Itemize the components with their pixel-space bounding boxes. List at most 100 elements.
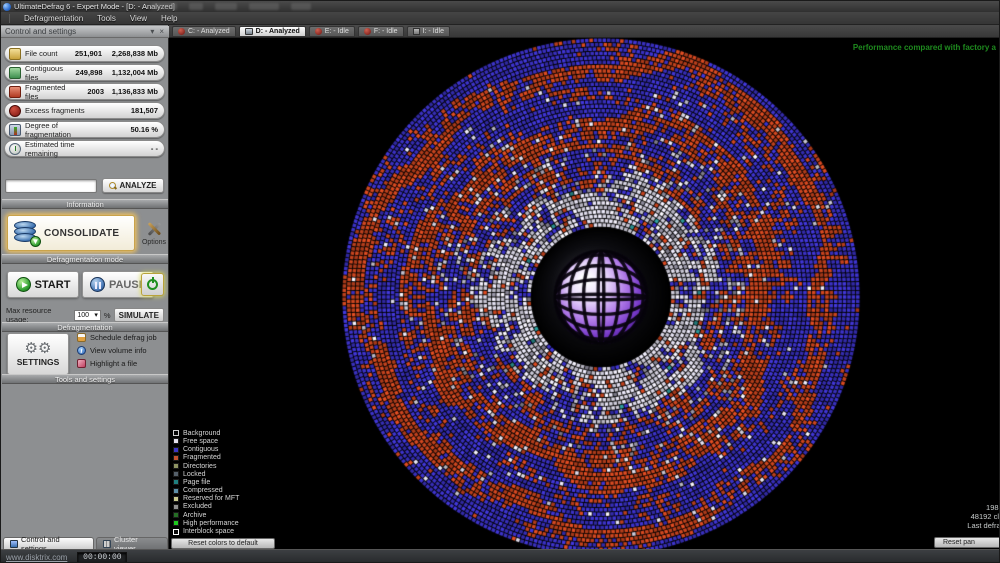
stat-label: Estimated time remaining [21, 140, 102, 158]
drive-ball-icon [364, 28, 371, 35]
stat-size: - - [102, 144, 158, 153]
panel-close-icon[interactable]: × [159, 27, 169, 36]
stat-label: Degree of fragmentation [21, 121, 102, 139]
legend-item: Archive [173, 512, 239, 519]
disk-stack-icon: ▼ [14, 221, 38, 245]
legend-item: Free space [173, 438, 239, 445]
stat-label: Excess fragments [21, 106, 102, 115]
schedule-defrag-link[interactable]: Schedule defrag job [77, 333, 167, 342]
power-button[interactable] [141, 273, 164, 296]
percent-label: % [104, 311, 111, 320]
drive-tab-label: I: - Idle [423, 28, 444, 35]
file-search-input[interactable] [5, 179, 97, 193]
consolidate-button[interactable]: ▼ CONSOLIDATE [7, 215, 135, 251]
legend-label: Excluded [183, 503, 212, 510]
control-panel: Control and settings ▾ × File count 251,… [1, 25, 169, 549]
excess-fragments-icon [9, 105, 21, 117]
legend-item: Excluded [173, 504, 239, 511]
simulate-button[interactable]: SIMULATE [114, 308, 164, 322]
disk-icon [245, 28, 253, 35]
drive-tab-label: E: - Idle [325, 28, 349, 35]
legend-label: Free space [183, 438, 218, 445]
stat-label: Fragmented files [21, 83, 65, 101]
drive-tab-bar: C: - Analyzed D: - Analyzed E: - Idle F:… [169, 25, 1000, 38]
legend-swatch [173, 512, 179, 518]
highlight-file-link[interactable]: Highlight a file [77, 359, 167, 368]
analyze-row: ANALYZE [5, 178, 164, 193]
legend-swatch [173, 455, 179, 461]
legend-label: Contiguous [183, 446, 218, 453]
drive-tab-label: D: - Analyzed [256, 28, 300, 35]
drive-tab-f[interactable]: F: - Idle [358, 26, 404, 37]
legend-label: Archive [183, 512, 206, 519]
status-bar: www.disktrix.com 00:00:00 [1, 549, 1000, 563]
ghost-artifact [215, 3, 237, 10]
drive-tab-c[interactable]: C: - Analyzed [172, 26, 236, 37]
view-volume-info-link[interactable]: i View volume info [77, 346, 167, 355]
start-button[interactable]: START [7, 271, 79, 298]
disktrix-link[interactable]: www.disktrix.com [6, 553, 67, 562]
menu-help[interactable]: Help [161, 14, 177, 23]
legend-label: Compressed [183, 487, 223, 494]
contiguous-files-icon [9, 67, 21, 79]
legend-swatch [173, 438, 179, 444]
resource-usage-value: 100 [77, 312, 89, 319]
settings-button[interactable]: ⚙⚙ SETTINGS [7, 333, 69, 375]
legend-swatch [173, 430, 179, 436]
fragmentation-degree-icon [9, 124, 21, 136]
ghost-artifact [291, 3, 311, 10]
legend-item: Interblock space [173, 528, 239, 535]
section-information: Information [2, 199, 168, 209]
ghost-artifact [249, 3, 279, 10]
stat-count: 249,898 [63, 68, 103, 77]
menu-tools[interactable]: Tools [97, 14, 116, 23]
drive-tab-e[interactable]: E: - Idle [309, 26, 355, 37]
drive-tab-i[interactable]: I: - Idle [407, 26, 450, 37]
legend-label: Locked [183, 471, 206, 478]
stat-size: 181,507 [102, 106, 158, 115]
tab-control-and-settings[interactable]: Control and settings [3, 537, 94, 549]
options-button[interactable]: Options [141, 215, 167, 251]
disk-canvas[interactable] [169, 25, 1000, 549]
panel-collapse-icon[interactable]: ▾ [150, 27, 159, 36]
drive-tab-label: C: - Analyzed [188, 28, 230, 35]
legend-item: High performance [173, 520, 239, 527]
calendar-icon [77, 333, 86, 342]
tab-cluster-viewer[interactable]: Cluster viewer [96, 537, 168, 549]
resource-usage-select[interactable]: 100 ▾ [74, 310, 101, 321]
legend-item: Page file [173, 479, 239, 486]
legend-label: Page file [183, 479, 210, 486]
legend-item: Contiguous [173, 446, 239, 453]
performance-note: Performance compared with factory a [853, 43, 996, 52]
drive-ball-icon [178, 28, 185, 35]
stat-size: 1,132,004 Mb [103, 68, 158, 77]
consolidate-label: CONSOLIDATE [44, 228, 119, 239]
panel-header-title: Control and settings [1, 27, 150, 36]
panel-header: Control and settings ▾ × [1, 26, 169, 38]
drive-tab-d[interactable]: D: - Analyzed [239, 26, 306, 37]
legend-swatch [173, 463, 179, 469]
drive-box-icon [413, 28, 420, 35]
reset-colors-button[interactable]: Reset colors to default [171, 538, 275, 549]
power-icon [147, 279, 158, 290]
start-label: START [35, 279, 71, 291]
section-defragmentation: Defragmentation [2, 322, 168, 332]
legend-swatch [173, 479, 179, 485]
menu-view[interactable]: View [130, 14, 147, 23]
cluster-tab-icon [103, 540, 111, 548]
reset-pan-button[interactable]: Reset pan [934, 537, 1000, 548]
highlighter-icon [77, 359, 86, 368]
legend-label: Background [183, 430, 220, 437]
elapsed-timer: 00:00:00 [77, 552, 127, 563]
stat-size: 1,136,833 Mb [104, 87, 158, 96]
app-icon [3, 3, 11, 11]
analyze-button[interactable]: ANALYZE [102, 178, 164, 193]
stat-row-contiguous: Contiguous files 249,898 1,132,004 Mb [4, 64, 165, 81]
tool-link-label: Schedule defrag job [90, 333, 157, 342]
menu-bar: Defragmentation Tools View Help [1, 12, 1000, 25]
last-defrag-text: Last defragg [967, 521, 1000, 530]
volume-stats: 198.25 48192 clust Last defragg [967, 503, 1000, 530]
stat-row-fragmentation-degree: Degree of fragmentation 50.16 % [4, 121, 165, 138]
menu-defragmentation[interactable]: Defragmentation [24, 14, 83, 23]
tool-link-label: View volume info [90, 346, 147, 355]
